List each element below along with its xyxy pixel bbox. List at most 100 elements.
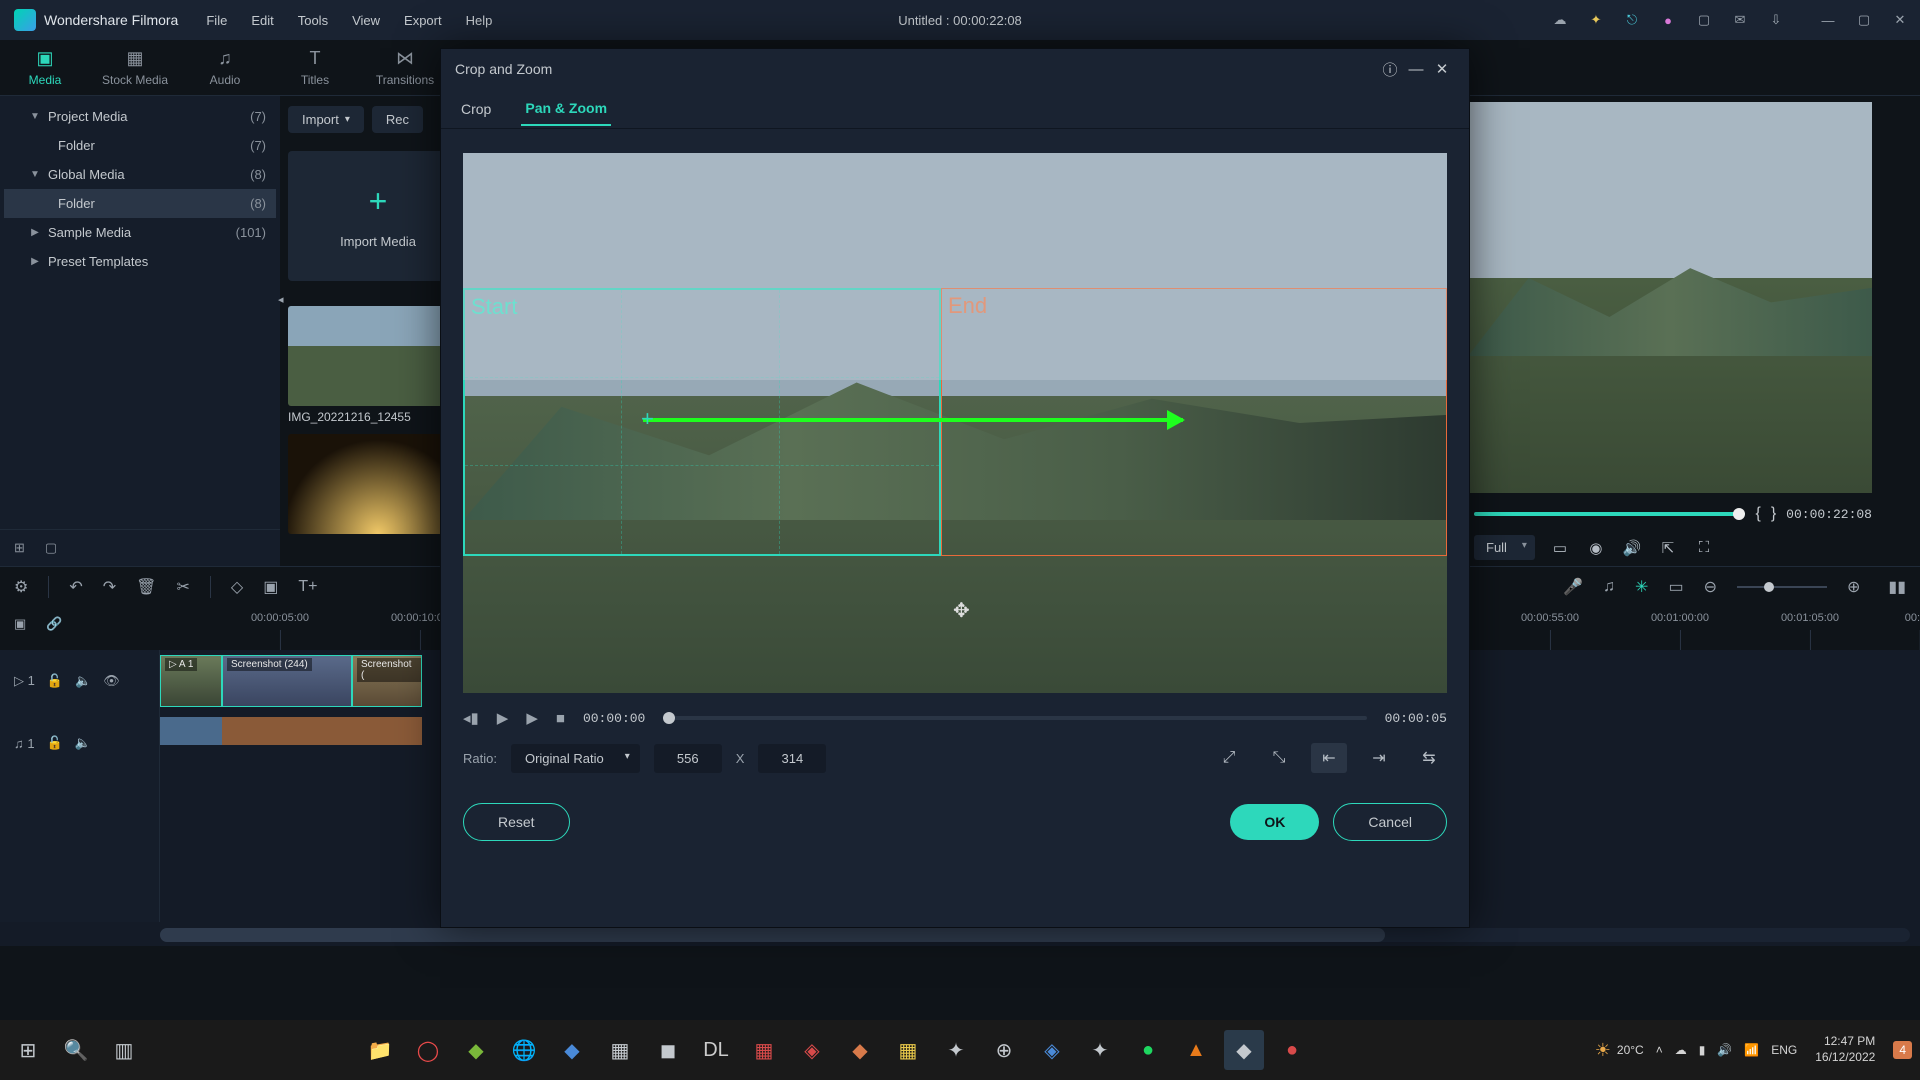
tray-lang-icon[interactable]: ENG: [1771, 1043, 1797, 1057]
import-button[interactable]: Import ▾: [288, 106, 364, 133]
visibility-icon[interactable]: 👁: [103, 673, 120, 689]
tab-crop[interactable]: Crop: [457, 93, 495, 125]
task-view-icon[interactable]: ▥: [104, 1030, 144, 1070]
lock-icon[interactable]: 🔓: [47, 673, 63, 689]
link-icon[interactable]: 🔗: [46, 616, 62, 632]
tab-stock-media[interactable]: ▦ Stock Media: [90, 40, 180, 95]
markers-icon[interactable]: ✳: [1635, 577, 1648, 597]
tab-titles[interactable]: T Titles: [270, 40, 360, 95]
tree-project-folder[interactable]: Folder (7): [4, 131, 276, 160]
tray-wifi-icon[interactable]: 📶: [1744, 1043, 1759, 1057]
pan-mode-in-icon[interactable]: ⤢: [1211, 743, 1247, 773]
close-icon[interactable]: ✕: [1886, 6, 1914, 34]
cut-icon[interactable]: ✂: [176, 577, 189, 597]
ok-button[interactable]: OK: [1230, 804, 1319, 840]
new-folder-icon[interactable]: ⊞: [14, 540, 25, 556]
menu-help[interactable]: Help: [456, 9, 503, 32]
explorer-icon[interactable]: 📁: [360, 1030, 400, 1070]
menu-edit[interactable]: Edit: [241, 9, 283, 32]
quality-select[interactable]: Full: [1474, 535, 1535, 560]
snapshot-icon[interactable]: ◉: [1585, 539, 1607, 557]
app-icon[interactable]: ▦: [744, 1030, 784, 1070]
end-rect[interactable]: End: [941, 288, 1447, 556]
display-icon[interactable]: ▭: [1549, 539, 1571, 557]
menu-tools[interactable]: Tools: [288, 9, 338, 32]
pan-mode-left-icon[interactable]: ⇤: [1311, 743, 1347, 773]
download-icon[interactable]: ⇩: [1766, 10, 1786, 30]
clip[interactable]: ▷ A 1: [160, 655, 222, 707]
adjust-icon[interactable]: ⚙: [14, 577, 28, 597]
start-rect[interactable]: Start: [463, 288, 941, 556]
chrome-icon[interactable]: 🌐: [504, 1030, 544, 1070]
vlc-icon[interactable]: ▲: [1176, 1030, 1216, 1070]
export-frame-icon[interactable]: ⇱: [1657, 539, 1679, 557]
tree-project-media[interactable]: ▼ Project Media (7): [4, 102, 276, 131]
help-icon[interactable]: ⓘ: [1377, 59, 1403, 80]
prev-frame-icon[interactable]: ◂▮: [463, 709, 479, 727]
close-icon[interactable]: ✕: [1429, 60, 1455, 78]
menu-file[interactable]: File: [196, 9, 237, 32]
app-icon[interactable]: ▦: [888, 1030, 928, 1070]
app-icon[interactable]: ✦: [936, 1030, 976, 1070]
zoom-in-icon[interactable]: ⊕: [1847, 577, 1860, 597]
app-icon[interactable]: ▦: [600, 1030, 640, 1070]
ratio-select[interactable]: Original Ratio: [511, 744, 640, 773]
clip[interactable]: Screenshot (: [352, 655, 422, 707]
idea-icon[interactable]: ✦: [1586, 10, 1606, 30]
tree-global-folder[interactable]: Folder (8): [4, 189, 276, 218]
reset-button[interactable]: Reset: [463, 803, 570, 841]
search-icon[interactable]: 🔍: [56, 1030, 96, 1070]
text-tool-icon[interactable]: T+: [298, 578, 317, 596]
tab-pan-zoom[interactable]: Pan & Zoom: [521, 92, 611, 126]
marker-icon[interactable]: ◇: [231, 577, 243, 597]
play-start-icon[interactable]: ▶: [497, 709, 509, 727]
volume-icon[interactable]: 🔊: [1621, 539, 1643, 557]
app-icon[interactable]: ●: [1272, 1030, 1312, 1070]
support-icon[interactable]: ⎋: [1622, 10, 1642, 30]
app-icon[interactable]: DL: [696, 1030, 736, 1070]
pan-mode-out-icon[interactable]: ⤡: [1261, 743, 1297, 773]
mark-out-icon[interactable]: }: [1771, 505, 1776, 523]
video-track-header[interactable]: ▷ 1 🔓 🔈 👁: [0, 650, 159, 712]
app-icon[interactable]: ◆: [840, 1030, 880, 1070]
tab-media[interactable]: ▣ Media: [0, 40, 90, 95]
tree-sample-media[interactable]: ▶ Sample Media (101): [4, 218, 276, 247]
tray-battery-icon[interactable]: ▮: [1699, 1043, 1706, 1057]
audio-track-header[interactable]: ♫ 1 🔓 🔈: [0, 712, 159, 774]
spotify-icon[interactable]: ●: [1128, 1030, 1168, 1070]
pan-mode-swap-icon[interactable]: ⇆: [1411, 743, 1447, 773]
height-input[interactable]: 314: [758, 744, 826, 773]
tray-volume-icon[interactable]: 🔊: [1717, 1043, 1732, 1057]
voiceover-icon[interactable]: 🎤: [1563, 577, 1583, 597]
account-icon[interactable]: ●: [1658, 10, 1678, 30]
undo-icon[interactable]: ↶: [69, 577, 82, 597]
minimize-icon[interactable]: —: [1814, 6, 1842, 34]
minimize-icon[interactable]: —: [1403, 61, 1429, 78]
mute-icon[interactable]: 🔈: [75, 735, 91, 751]
menu-export[interactable]: Export: [394, 9, 452, 32]
pan-zoom-canvas[interactable]: Start End ✥: [463, 153, 1447, 693]
notification-icon[interactable]: 4: [1893, 1041, 1912, 1059]
audio-clip[interactable]: [160, 717, 222, 745]
mail-icon[interactable]: ✉: [1730, 10, 1750, 30]
timeline-scrollbar[interactable]: [160, 928, 1910, 942]
nvidia-icon[interactable]: ◆: [456, 1030, 496, 1070]
start-button[interactable]: ⊞: [8, 1030, 48, 1070]
tree-preset-templates[interactable]: ▶ Preset Templates: [4, 247, 276, 276]
pan-mode-right-icon[interactable]: ⇥: [1361, 743, 1397, 773]
tab-transitions[interactable]: ⋈ Transitions: [360, 40, 450, 95]
app-icon[interactable]: ◈: [1032, 1030, 1072, 1070]
layers-icon[interactable]: ▣: [14, 616, 26, 632]
clip-progress[interactable]: [663, 716, 1366, 720]
cancel-button[interactable]: Cancel: [1333, 803, 1447, 841]
tray-cloud-icon[interactable]: ☁: [1675, 1043, 1687, 1057]
folder-outline-icon[interactable]: ▢: [45, 540, 57, 556]
collapse-arrow-icon[interactable]: ◂: [278, 294, 284, 306]
app-icon[interactable]: ⊕: [984, 1030, 1024, 1070]
filmora-taskbar-icon[interactable]: ◆: [1224, 1030, 1264, 1070]
mark-in-icon[interactable]: {: [1755, 505, 1760, 523]
preview-viewport[interactable]: [1468, 102, 1872, 493]
audio-mixer-icon[interactable]: ♫: [1603, 578, 1615, 596]
preview-progress[interactable]: [1474, 512, 1745, 516]
menu-view[interactable]: View: [342, 9, 390, 32]
